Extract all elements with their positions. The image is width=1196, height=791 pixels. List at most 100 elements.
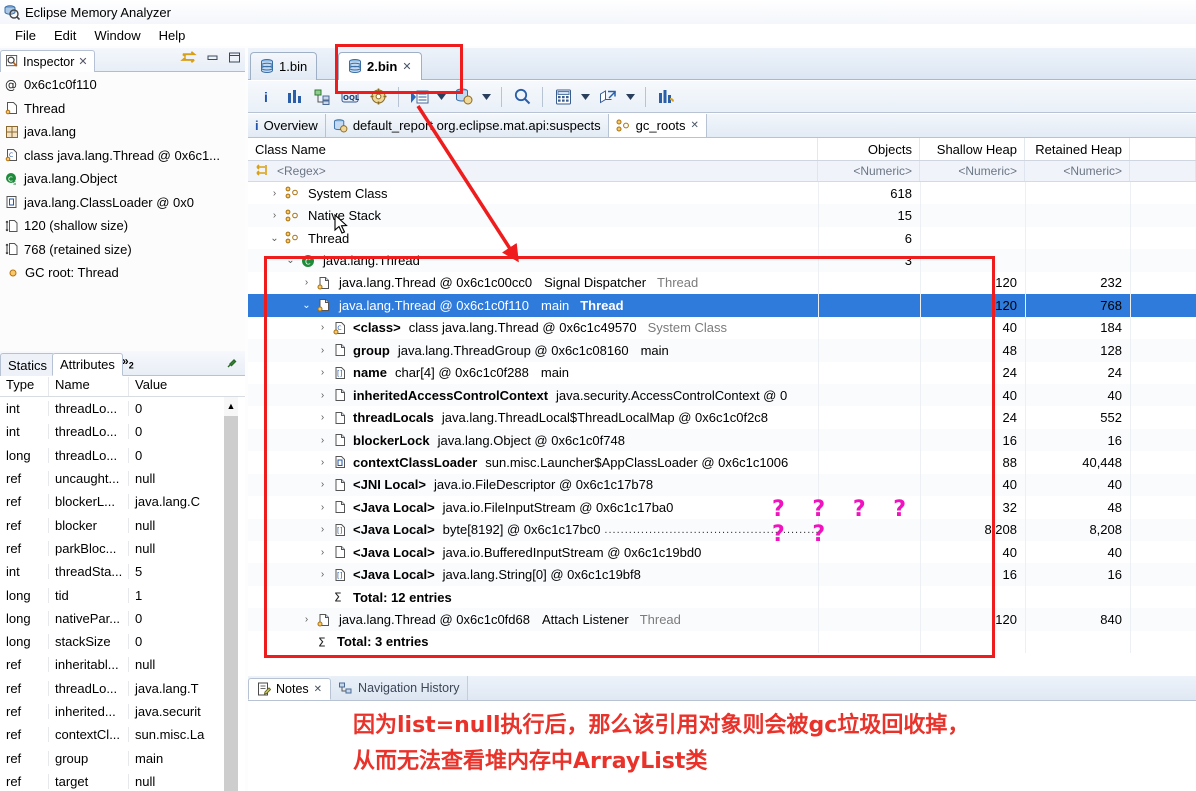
menu-help[interactable]: Help — [150, 27, 195, 44]
inspector-row-class[interactable]: C class java.lang.Thread @ 0x6c1... — [0, 144, 245, 168]
table-row[interactable]: › <JNI Local> java.io.FileDescriptor @ 0x6… — [248, 473, 1196, 497]
menu-edit[interactable]: Edit — [45, 27, 85, 44]
table-row[interactable]: › System Class 618 — [248, 182, 1196, 205]
chevron-right-icon[interactable]: › — [316, 412, 329, 423]
table-row[interactable]: Σ Total: 3 entries — [248, 630, 1196, 654]
inspector-row-shallow-size[interactable]: 120 (shallow size) — [0, 214, 245, 238]
heapdump-actions-icon[interactable] — [452, 85, 476, 109]
attributes-row[interactable]: long threadLo... 0 — [0, 444, 245, 467]
calculator-icon[interactable] — [551, 85, 575, 109]
table-row[interactable]: › <Java Local> java.io.BufferedInputStream… — [248, 541, 1196, 564]
attributes-row[interactable]: ref inherited... java.securit — [0, 700, 245, 723]
close-icon[interactable]: ✕ — [314, 684, 322, 695]
tab-navigation-history[interactable]: Navigation History — [331, 676, 469, 700]
search-icon[interactable] — [510, 85, 534, 109]
table-row[interactable]: › group java.lang.ThreadGroup @ 0x6c1c0816… — [248, 339, 1196, 362]
maximize-icon[interactable] — [228, 52, 241, 64]
chevron-right-icon[interactable]: › — [316, 345, 329, 356]
attributes-row[interactable]: int threadLo... 0 — [0, 420, 245, 443]
tab-statics[interactable]: Statics — [0, 353, 56, 376]
inspector-row-classloader[interactable]: java.lang.ClassLoader @ 0x0 — [0, 191, 245, 215]
attributes-row[interactable]: ref blocker null — [0, 513, 245, 536]
attributes-row[interactable]: ref contextCl... sun.misc.La — [0, 723, 245, 746]
attributes-row[interactable]: ref threadLo... java.lang.T — [0, 677, 245, 700]
attributes-row[interactable]: ref inheritabl... null — [0, 653, 245, 676]
minimize-icon[interactable] — [206, 52, 219, 64]
attributes-row[interactable]: ref group main — [0, 746, 245, 769]
attributes-row[interactable]: long nativePar... 0 — [0, 607, 245, 630]
subtab-overview[interactable]: i Overview — [248, 114, 326, 137]
inspector-row-superclass[interactable]: Cs java.lang.Object — [0, 167, 245, 191]
table-row[interactable]: › java.lang.Thread @ 0x6c1c0fd68 Attach Li… — [248, 608, 1196, 631]
export-icon[interactable] — [596, 85, 620, 109]
inspector-row-package[interactable]: java.lang — [0, 120, 245, 144]
tab-2bin[interactable]: 2.bin ✕ — [338, 52, 422, 80]
chevron-down-icon[interactable] — [435, 85, 448, 109]
inspector-row-retained-size[interactable]: 768 (retained size) — [0, 238, 245, 262]
table-row[interactable]: ⌄ Cjava.lang.Thread 3 — [248, 249, 1196, 272]
run-expert-system-icon[interactable] — [407, 85, 431, 109]
close-icon[interactable]: ✕ — [78, 55, 87, 68]
column-header-type[interactable]: Type — [0, 377, 48, 396]
chevron-right-icon[interactable]: › — [316, 524, 329, 535]
chevron-right-icon[interactable]: › — [316, 569, 329, 580]
chevron-down-icon[interactable]: ⌄ — [284, 255, 297, 266]
inspector-row-gc-root[interactable]: GC root: Thread — [0, 261, 245, 285]
chevron-right-icon[interactable]: › — [268, 210, 281, 221]
table-row[interactable]: › [] <Java Local> java.lang.String[0] @ 0x6… — [248, 563, 1196, 586]
table-row[interactable]: ›[] <Java Local> byte[8192] @ 0x6c1c17bc0 … — [248, 518, 1196, 541]
compare-icon[interactable] — [654, 85, 678, 109]
chevron-right-icon[interactable]: › — [316, 502, 329, 513]
column-header-name[interactable]: Name — [48, 377, 128, 396]
tab-1bin[interactable]: 1.bin — [250, 52, 318, 80]
filter-class-name[interactable]: <Regex> — [248, 161, 818, 181]
table-row[interactable]: › <Java Local> java.io.FileInputStream @ 0… — [248, 496, 1196, 519]
chevron-down-icon[interactable] — [480, 85, 493, 109]
table-row[interactable]: › java.lang.Thread @ 0x6c1c00cc0 Signal Di… — [248, 271, 1196, 295]
chevron-right-icon[interactable]: › — [300, 277, 313, 288]
table-row[interactable]: › blockerLock java.lang.Object @ 0x6c1c0f7… — [248, 428, 1196, 452]
chevron-down-icon[interactable] — [579, 85, 592, 109]
query-browser-icon[interactable] — [366, 85, 390, 109]
column-header-objects[interactable]: Objects — [818, 138, 920, 160]
chevron-right-icon[interactable]: › — [316, 435, 329, 446]
histogram-icon[interactable] — [282, 85, 306, 109]
tab-inspector[interactable]: Inspector ✕ — [0, 50, 95, 72]
attributes-row[interactable]: ref target null — [0, 770, 245, 791]
attributes-row[interactable]: long tid 1 — [0, 583, 245, 606]
table-row[interactable]: › C <class> class java.lang.Thread @ 0x6c1c… — [248, 316, 1196, 340]
column-header-shallow-heap[interactable]: Shallow Heap — [920, 138, 1025, 160]
menu-window[interactable]: Window — [85, 27, 149, 44]
attributes-row[interactable]: int threadLo... 0 — [0, 397, 245, 420]
chevron-right-icon[interactable]: › — [268, 188, 281, 199]
inspector-info-icon[interactable]: i — [254, 85, 278, 109]
chevron-right-icon[interactable]: › — [316, 367, 329, 378]
chevron-right-icon[interactable]: › — [300, 614, 313, 625]
table-row[interactable]: ⌄ java.lang.Thread @ 0x6c1c0f110 main Threa… — [248, 294, 1196, 317]
table-row[interactable]: › contextClassLoader sun.misc.Launcher$App… — [248, 451, 1196, 474]
column-header-class-name[interactable]: Class Name — [248, 138, 818, 160]
inspector-row-classname[interactable]: Thread — [0, 97, 245, 121]
dominator-tree-icon[interactable] — [310, 85, 334, 109]
chevron-right-icon[interactable]: › — [316, 322, 329, 333]
column-header-retained-heap[interactable]: Retained Heap — [1025, 138, 1130, 160]
subtab-default-report[interactable]: default_report org.eclipse.mat.api:suspe… — [325, 114, 609, 137]
attributes-row[interactable]: long stackSize 0 — [0, 630, 245, 653]
table-row[interactable]: › inheritedAccessControlContext java.secur… — [248, 383, 1196, 407]
table-row[interactable]: › Native Stack 15 — [248, 204, 1196, 227]
chevron-down-icon[interactable] — [624, 85, 637, 109]
scroll-up-icon[interactable]: ▲ — [224, 397, 238, 416]
more-tabs-button[interactable]: »2 — [122, 354, 134, 370]
tab-attributes[interactable]: Attributes — [52, 353, 123, 376]
chevron-right-icon[interactable]: › — [316, 547, 329, 558]
table-row[interactable]: ⌄ Thread 6 — [248, 226, 1196, 250]
table-row[interactable]: › threadLocals java.lang.ThreadLocal$Threa… — [248, 406, 1196, 429]
attributes-row[interactable]: ref uncaught... null — [0, 467, 245, 490]
filter-objects[interactable]: <Numeric> — [818, 161, 920, 181]
chevron-right-icon[interactable]: › — [316, 390, 329, 401]
inspector-row-address[interactable]: @ 0x6c1c0f110 — [0, 73, 245, 97]
filter-retained[interactable]: <Numeric> — [1025, 161, 1130, 181]
close-icon[interactable]: ✕ — [691, 120, 699, 131]
link-with-editor-icon[interactable] — [180, 51, 197, 65]
attributes-row[interactable]: ref blockerL... java.lang.C — [0, 490, 245, 513]
